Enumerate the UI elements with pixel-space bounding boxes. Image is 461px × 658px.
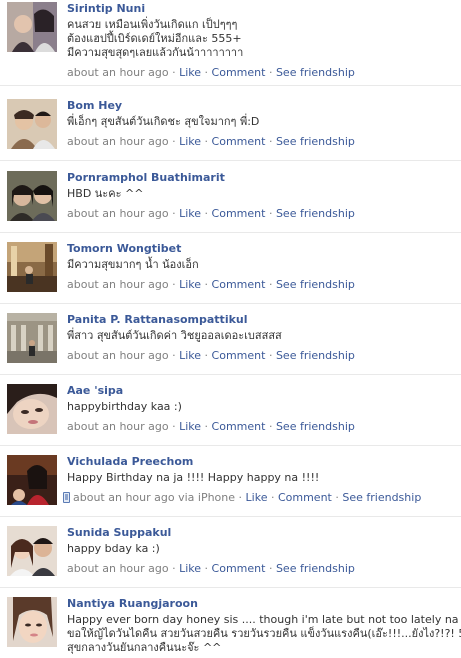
avatar[interactable]	[7, 99, 57, 149]
comment-link[interactable]: Comment	[212, 278, 266, 291]
see-friendship-link[interactable]: See friendship	[276, 562, 355, 575]
poster-name[interactable]: Sirintip Nuni	[67, 2, 455, 16]
comment-link[interactable]: Comment	[212, 207, 266, 220]
like-link[interactable]: Like	[179, 135, 201, 148]
avatar[interactable]	[7, 526, 57, 576]
see-friendship-link[interactable]: See friendship	[276, 349, 355, 362]
post-meta: about an hour ago · Like · Comment · See…	[67, 562, 355, 575]
see-friendship-link[interactable]: See friendship	[276, 135, 355, 148]
poster-name[interactable]: Nantiya Ruangjaroon	[67, 597, 455, 611]
wall-post: Vichulada Preechom Happy Birthday na ja …	[0, 451, 461, 517]
poster-name[interactable]: Panita P. Rattanasompattikul	[67, 313, 455, 327]
timestamp: about an hour ago	[67, 66, 169, 79]
comment-link[interactable]: Comment	[212, 349, 266, 362]
post-meta: about an hour ago · Like · Comment · See…	[67, 66, 355, 79]
poster-name[interactable]: Aae 'sipa	[67, 384, 455, 398]
post-text: พี่สาว สุขสันต์วันเกิดค่า วิชยูออลเดอะเบ…	[67, 329, 282, 342]
see-friendship-link[interactable]: See friendship	[276, 66, 355, 79]
wall-feed: Sirintip Nuni คนสวย เหมือนเพิ่งวันเกิดแก…	[0, 0, 461, 658]
wall-post: Tomorn Wongtibet มีความสุขมากๆ น้ำ น้องเ…	[0, 238, 461, 304]
see-friendship-link[interactable]: See friendship	[276, 207, 355, 220]
wall-post: Panita P. Rattanasompattikul พี่สาว สุขส…	[0, 309, 461, 375]
comment-link[interactable]: Comment	[212, 420, 266, 433]
timestamp: about an hour ago	[67, 562, 169, 575]
avatar[interactable]	[7, 242, 57, 292]
post-text: คนสวย เหมือนเพิ่งวันเกิดแก เป็ปๆๆๆ ต้องแ…	[67, 18, 244, 59]
post-text: Happy ever born day honey sis .... thoug…	[67, 613, 461, 654]
wall-post: Sunida Suppakul happy bday ka :) about a…	[0, 522, 461, 588]
post-text: happy bday ka :)	[67, 542, 160, 555]
post-meta: about an hour ago · Like · Comment · See…	[67, 349, 355, 362]
like-link[interactable]: Like	[179, 278, 201, 291]
post-text: พี่เอ็กๆ สุขสันต์วันเกิดชะ สุขใจมากๆ พี่…	[67, 115, 260, 128]
poster-name[interactable]: Sunida Suppakul	[67, 526, 455, 540]
timestamp: about an hour ago	[67, 278, 169, 291]
post-meta: about an hour ago · Like · Comment · See…	[67, 207, 355, 220]
post-text: happybirthday kaa :)	[67, 400, 182, 413]
like-link[interactable]: Like	[179, 207, 201, 220]
see-friendship-link[interactable]: See friendship	[276, 278, 355, 291]
poster-name[interactable]: Vichulada Preechom	[67, 455, 455, 469]
comment-link[interactable]: Comment	[212, 66, 266, 79]
avatar[interactable]	[7, 313, 57, 363]
post-meta: about an hour ago · Like · Comment · See…	[67, 420, 355, 433]
like-link[interactable]: Like	[179, 66, 201, 79]
iphone-icon	[63, 492, 70, 503]
post-text: มีความสุขมากๆ น้ำ น้องเอ็ก	[67, 258, 199, 271]
wall-post: Aae 'sipa happybirthday kaa :) about an …	[0, 380, 461, 446]
timestamp: about an hour ago	[67, 420, 169, 433]
post-meta: about an hour ago · Like · Comment · See…	[67, 278, 355, 291]
post-meta: about an hour ago via iPhone · Like · Co…	[63, 491, 455, 505]
like-link[interactable]: Like	[179, 562, 201, 575]
post-text: Happy Birthday na ja !!!! Happy happy na…	[67, 471, 320, 484]
see-friendship-link[interactable]: See friendship	[276, 420, 355, 433]
wall-post: Nantiya Ruangjaroon Happy ever born day …	[0, 593, 461, 658]
comment-link[interactable]: Comment	[212, 135, 266, 148]
timestamp: about an hour ago	[73, 491, 175, 504]
comment-link[interactable]: Comment	[212, 562, 266, 575]
timestamp: about an hour ago	[67, 207, 169, 220]
comment-link[interactable]: Comment	[278, 491, 332, 504]
avatar[interactable]	[7, 597, 57, 647]
timestamp: about an hour ago	[67, 135, 169, 148]
like-link[interactable]: Like	[179, 420, 201, 433]
poster-name[interactable]: Pornramphol Buathimarit	[67, 171, 455, 185]
wall-post: Bom Hey พี่เอ็กๆ สุขสันต์วันเกิดชะ สุขใจ…	[0, 96, 461, 161]
see-friendship-link[interactable]: See friendship	[342, 491, 421, 504]
wall-post: Pornramphol Buathimarit HBD นะคะ ^^ abou…	[0, 167, 461, 233]
post-meta: about an hour ago · Like · Comment · See…	[67, 135, 355, 148]
avatar[interactable]	[7, 171, 57, 221]
via-iphone: via iPhone	[178, 491, 236, 504]
avatar[interactable]	[7, 384, 57, 434]
avatar[interactable]	[7, 2, 57, 52]
avatar[interactable]	[7, 455, 57, 505]
timestamp: about an hour ago	[67, 349, 169, 362]
wall-post: Sirintip Nuni คนสวย เหมือนเพิ่งวันเกิดแก…	[0, 0, 461, 86]
post-text: HBD นะคะ ^^	[67, 187, 144, 200]
like-link[interactable]: Like	[179, 349, 201, 362]
poster-name[interactable]: Tomorn Wongtibet	[67, 242, 455, 256]
like-link[interactable]: Like	[246, 491, 268, 504]
poster-name[interactable]: Bom Hey	[67, 99, 455, 113]
